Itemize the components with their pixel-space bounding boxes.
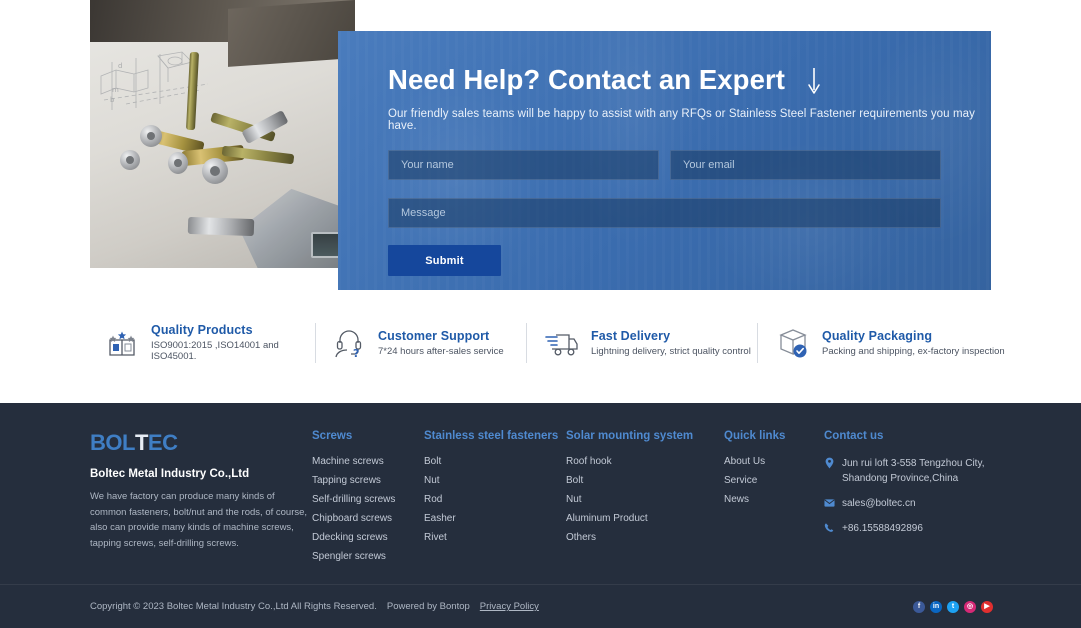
feature-desc: ISO9001:2015 ,ISO14001 and ISO45001.	[151, 340, 315, 362]
footer-column-title: Solar mounting system	[566, 430, 724, 442]
footer-link[interactable]: News	[724, 494, 824, 505]
hero-product-photo: d mb	[90, 0, 355, 268]
footer-link[interactable]: Roof hook	[566, 456, 724, 467]
hex-bolt-foreground	[188, 217, 255, 236]
contact-phone-row[interactable]: +86.15588492896	[824, 521, 999, 536]
feature-quality-packaging: Quality Packaging Packing and shipping, …	[758, 326, 1005, 360]
location-pin-icon	[824, 457, 835, 469]
feature-customer-support: ? Customer Support 7*24 hours after-sale…	[316, 326, 526, 360]
form-row-name-email	[388, 150, 991, 180]
nut-ring-a	[140, 125, 162, 147]
footer-link[interactable]: Rivet	[424, 532, 566, 543]
contact-phone[interactable]: +86.15588492896	[842, 521, 923, 536]
submit-button[interactable]: Submit	[388, 245, 501, 276]
footer-link[interactable]: Bolt	[566, 475, 724, 486]
form-row-message	[388, 198, 991, 228]
arrow-down-icon	[806, 66, 822, 96]
footer-link[interactable]: Aluminum Product	[566, 513, 724, 524]
footer-column-title: Quick links	[724, 430, 824, 442]
quality-products-icon	[105, 326, 139, 360]
footer-link[interactable]: Self-drilling screws	[312, 494, 424, 505]
page-title: Need Help? Contact an Expert	[388, 64, 785, 96]
svg-text:?: ?	[353, 347, 359, 360]
footer-column-quick-links: Quick links About Us Service News	[724, 430, 824, 570]
feature-title: Fast Delivery	[591, 329, 751, 343]
footer-link[interactable]: Chipboard screws	[312, 513, 424, 524]
hero-section: d mb Need Help? Contact an Expert Our fri…	[0, 0, 1081, 403]
social-links: f in t ◎ ▶	[913, 601, 993, 613]
footer-link[interactable]: Ddecking screws	[312, 532, 424, 543]
instagram-icon[interactable]: ◎	[964, 601, 976, 613]
footer-column-title: Screws	[312, 430, 424, 442]
nut-ring-c	[168, 152, 188, 174]
privacy-policy-link[interactable]: Privacy Policy	[480, 601, 539, 612]
copyright-text: Copyright © 2023 Boltec Metal Industry C…	[90, 601, 377, 612]
logo-screw-letter: T	[135, 430, 148, 456]
footer-column-contact: Contact us Jun rui loft 3-558 Tengzhou C…	[824, 430, 999, 570]
copyright-bar: Copyright © 2023 Boltec Metal Industry C…	[0, 585, 1081, 628]
envelope-icon	[824, 497, 835, 509]
logo-text-part3: EC	[148, 430, 178, 455]
feature-desc: Packing and shipping, ex-factory inspect…	[822, 346, 1005, 357]
footer-column-title: Contact us	[824, 430, 999, 442]
delivery-truck-icon	[545, 326, 579, 360]
feature-quality-products: Quality Products ISO9001:2015 ,ISO14001 …	[105, 323, 315, 362]
features-bar: Quality Products ISO9001:2015 ,ISO14001 …	[0, 305, 1081, 380]
twitter-icon[interactable]: t	[947, 601, 959, 613]
phone-icon	[824, 522, 835, 534]
boltec-logo[interactable]: BOLTEC	[90, 430, 177, 456]
feature-title: Customer Support	[378, 329, 504, 343]
message-input[interactable]	[388, 198, 941, 228]
feature-desc: 7*24 hours after-sales service	[378, 346, 504, 357]
footer-brand-column: BOLTEC Boltec Metal Industry Co.,Ltd We …	[90, 430, 312, 570]
copyright-text-group: Copyright © 2023 Boltec Metal Industry C…	[90, 601, 539, 612]
footer-link[interactable]: Nut	[424, 475, 566, 486]
footer-link[interactable]: Bolt	[424, 456, 566, 467]
contact-form-panel: Need Help? Contact an Expert Our friendl…	[338, 31, 991, 290]
nut-ring-b	[120, 150, 140, 170]
site-footer: BOLTEC Boltec Metal Industry Co.,Ltd We …	[0, 403, 1081, 628]
name-input[interactable]	[388, 150, 659, 180]
svg-text:m: m	[112, 86, 119, 94]
footer-link[interactable]: Tapping screws	[312, 475, 424, 486]
package-check-icon	[776, 326, 810, 360]
svg-text:b: b	[110, 96, 115, 104]
company-name: Boltec Metal Industry Co.,Ltd	[90, 468, 312, 480]
footer-link[interactable]: Others	[566, 532, 724, 543]
footer-link[interactable]: Rod	[424, 494, 566, 505]
logo-text-part1: BOL	[90, 430, 135, 455]
powered-by-text: Powered by Bontop	[387, 601, 470, 612]
footer-link[interactable]: Easher	[424, 513, 566, 524]
footer-column-stainless: Stainless steel fasteners Bolt Nut Rod E…	[424, 430, 566, 570]
footer-link[interactable]: Service	[724, 475, 824, 486]
youtube-icon[interactable]: ▶	[981, 601, 993, 613]
feature-desc: Lightning delivery, strict quality contr…	[591, 346, 751, 357]
footer-link[interactable]: Nut	[566, 494, 724, 505]
headset-support-icon: ?	[332, 326, 366, 360]
footer-link[interactable]: Spengler screws	[312, 551, 424, 562]
feature-title: Quality Packaging	[822, 329, 1005, 343]
feature-fast-delivery: Fast Delivery Lightning delivery, strict…	[527, 326, 757, 360]
nut-ring-d	[202, 158, 228, 184]
email-input[interactable]	[670, 150, 941, 180]
company-description: We have factory can produce many kinds o…	[90, 489, 312, 552]
feature-title: Quality Products	[151, 323, 315, 337]
footer-column-screws: Screws Machine screws Tapping screws Sel…	[312, 430, 424, 570]
footer-column-title: Stainless steel fasteners	[424, 430, 566, 442]
footer-column-solar: Solar mounting system Roof hook Bolt Nut…	[566, 430, 724, 570]
hero-subtitle: Our friendly sales teams will be happy t…	[388, 108, 991, 132]
photo-desk-edge	[228, 0, 355, 67]
contact-address: Jun rui loft 3-558 Tengzhou City, Shando…	[842, 456, 999, 486]
contact-email-row[interactable]: sales@boltec.cn	[824, 496, 999, 511]
facebook-icon[interactable]: f	[913, 601, 925, 613]
contact-email[interactable]: sales@boltec.cn	[842, 496, 916, 511]
linkedin-icon[interactable]: in	[930, 601, 942, 613]
footer-link[interactable]: About Us	[724, 456, 824, 467]
contact-address-row: Jun rui loft 3-558 Tengzhou City, Shando…	[824, 456, 999, 486]
svg-text:d: d	[118, 62, 122, 70]
footer-link[interactable]: Machine screws	[312, 456, 424, 467]
